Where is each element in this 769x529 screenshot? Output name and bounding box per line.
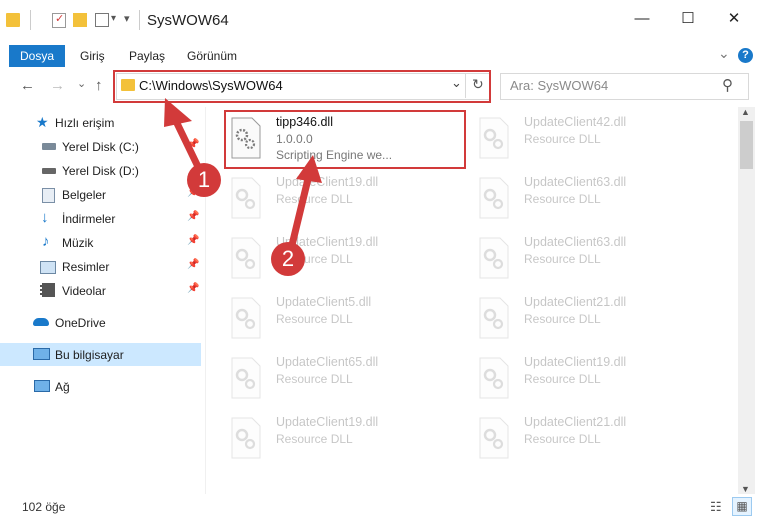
sidebar-item-label: Yerel Disk (C:) <box>62 140 139 154</box>
properties-icon[interactable]: ✓ <box>52 13 66 28</box>
scroll-up-arrow-icon[interactable]: ▲ <box>741 107 750 117</box>
dll-file-icon <box>479 357 509 399</box>
file-name: UpdateClient42.dll <box>524 115 627 129</box>
large-icons-view-icon[interactable]: ▦ <box>732 497 752 516</box>
file-name: UpdateClient65.dll <box>276 355 379 369</box>
file-name: UpdateClient63.dll <box>524 235 627 249</box>
file-item[interactable]: UpdateClient5.dll Resource DLL <box>228 293 468 351</box>
arrow-2-head <box>296 155 322 183</box>
sidebar-item-label: Resimler <box>62 260 110 274</box>
star-icon: ★ <box>36 114 49 130</box>
new-folder-icon[interactable] <box>73 13 87 27</box>
sidebar-item-label: Hızlı erişim <box>55 116 115 130</box>
dll-file-icon <box>231 297 261 339</box>
scroll-thumb[interactable] <box>740 121 753 169</box>
quick-access-dropdown-icon[interactable]: ▾ <box>124 12 130 25</box>
sidebar-item-label: Bu bilgisayar <box>55 348 124 362</box>
dll-file-icon <box>479 297 509 339</box>
help-icon[interactable]: ? <box>738 48 753 63</box>
dll-file-icon <box>479 237 509 279</box>
up-button[interactable]: ↑ <box>95 77 103 94</box>
arrow-2 <box>288 175 312 249</box>
arrow-1-head <box>164 98 192 127</box>
documents-icon <box>42 188 55 203</box>
window-title: SysWOW64 <box>147 12 229 29</box>
sidebar-item-label: Ağ <box>55 380 70 394</box>
maximize-button[interactable]: ☐ <box>665 4 711 34</box>
recent-locations-button[interactable]: ⌄ <box>77 77 86 90</box>
ribbon <box>0 42 769 68</box>
file-name: UpdateClient21.dll <box>524 295 627 309</box>
dll-file-icon <box>479 117 509 159</box>
file-description: Resource DLL <box>276 312 353 326</box>
annotation-arrows <box>164 98 322 249</box>
music-icon: ♪ <box>42 233 50 250</box>
file-item[interactable]: UpdateClient21.dll Resource DLL <box>476 413 716 471</box>
video-icon <box>40 283 55 297</box>
item-count: 102 öğe <box>22 500 66 514</box>
search-icon[interactable]: ⚲ <box>722 76 733 94</box>
file-name: UpdateClient5.dll <box>276 295 372 309</box>
step-2-badge: 2 <box>271 242 305 276</box>
tab-share[interactable]: Paylaş <box>129 45 165 67</box>
separator <box>30 10 31 30</box>
drive-icon <box>42 168 56 174</box>
file-name: UpdateClient19.dll <box>524 355 627 369</box>
file-item[interactable]: UpdateClient65.dll Resource DLL <box>228 353 468 411</box>
file-item[interactable]: UpdateClient63.dll Resource DLL <box>476 233 716 291</box>
file-description: Resource DLL <box>276 372 353 386</box>
dll-file-icon <box>231 357 261 399</box>
file-item[interactable]: UpdateClient19.dll Resource DLL <box>228 413 468 471</box>
search-placeholder: Ara: SysWOW64 <box>510 78 609 93</box>
tab-file[interactable]: Dosya <box>9 45 65 67</box>
ribbon-collapse-icon[interactable]: ⌄ <box>718 45 730 62</box>
dll-file-icon <box>479 417 509 459</box>
file-name: UpdateClient21.dll <box>524 415 627 429</box>
sidebar-item-label: Belgeler <box>62 188 107 202</box>
separator <box>139 10 140 30</box>
sidebar-item-onedrive[interactable]: OneDrive <box>0 311 201 335</box>
download-icon: ↓ <box>41 209 49 226</box>
file-description: Resource DLL <box>524 132 601 146</box>
forward-button[interactable]: → <box>50 77 65 94</box>
file-item[interactable]: UpdateClient21.dll Resource DLL <box>476 293 716 351</box>
sidebar-item-label: OneDrive <box>55 316 106 330</box>
dll-file-icon <box>479 177 509 219</box>
tab-home[interactable]: Giriş <box>80 45 105 67</box>
file-description: Resource DLL <box>524 252 601 266</box>
chevron-down-icon[interactable]: ▾ <box>111 13 116 24</box>
cloud-icon <box>33 318 49 326</box>
customize-toolbar-icon[interactable] <box>95 13 109 27</box>
file-name: UpdateClient63.dll <box>524 175 627 189</box>
file-description: Resource DLL <box>276 432 353 446</box>
sidebar-item-this-pc[interactable]: Bu bilgisayar <box>0 343 201 366</box>
details-view-icon[interactable]: ☷ <box>710 499 722 515</box>
sidebar-item-label: Müzik <box>62 236 94 250</box>
sidebar-item-label: Yerel Disk (D:) <box>62 164 139 178</box>
sidebar-item-label: Videolar <box>62 284 106 298</box>
file-name: UpdateClient19.dll <box>276 415 379 429</box>
file-description: Resource DLL <box>524 432 601 446</box>
file-item[interactable]: UpdateClient19.dll Resource DLL <box>476 353 716 411</box>
dll-file-icon <box>231 417 261 459</box>
pictures-icon <box>40 261 56 274</box>
status-bar <box>0 494 769 529</box>
file-item[interactable]: UpdateClient42.dll Resource DLL <box>476 113 716 171</box>
minimize-button[interactable]: — <box>619 4 665 34</box>
sidebar-item-network[interactable]: Ağ <box>0 375 201 399</box>
drive-icon <box>42 143 56 150</box>
file-description: Resource DLL <box>524 372 601 386</box>
back-button[interactable]: ← <box>20 77 35 94</box>
step-1-badge: 1 <box>187 163 221 197</box>
file-description: Resource DLL <box>524 192 601 206</box>
file-item[interactable]: UpdateClient63.dll Resource DLL <box>476 173 716 231</box>
folder-icon <box>6 13 20 27</box>
computer-icon <box>33 348 50 360</box>
close-button[interactable]: ✕ <box>711 4 757 34</box>
network-icon <box>34 380 50 392</box>
file-description: Resource DLL <box>524 312 601 326</box>
scroll-down-arrow-icon[interactable]: ▼ <box>741 484 750 494</box>
tab-view[interactable]: Görünüm <box>187 45 237 67</box>
sidebar-item-label: İndirmeler <box>62 212 116 226</box>
